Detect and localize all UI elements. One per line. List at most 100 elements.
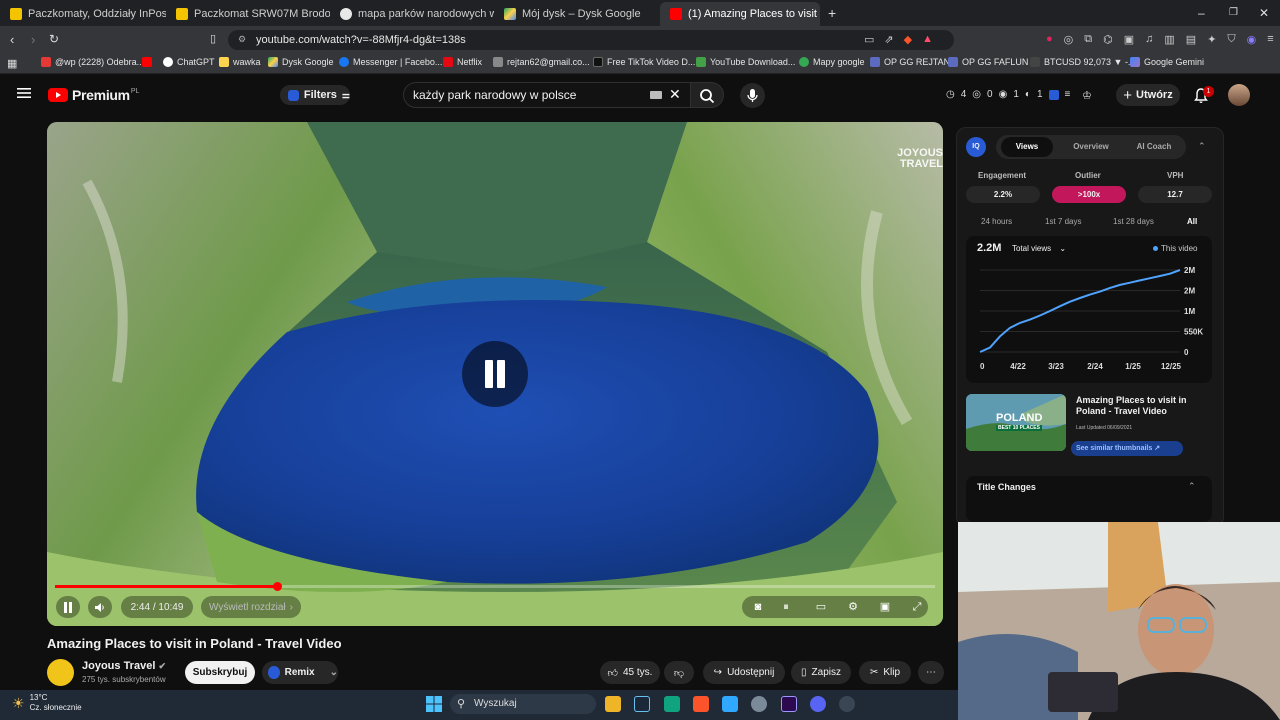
media-icon[interactable]: ♫ — [1145, 33, 1153, 46]
like-button[interactable]: 👍︎ 45 tys. — [600, 661, 660, 684]
start-button[interactable] — [426, 696, 442, 712]
steam-icon[interactable] — [634, 696, 650, 712]
related-title[interactable]: Amazing Places to visit in Poland - Trav… — [1076, 395, 1216, 417]
new-tab-icon[interactable]: + — [828, 5, 836, 21]
play-pause-button[interactable] — [56, 596, 80, 618]
file-explorer-icon[interactable] — [605, 696, 621, 712]
autoplay-toggle-icon[interactable]: ⏸ — [779, 600, 793, 614]
range-7d[interactable]: 1st 7 days — [1045, 217, 1081, 226]
bookmark-item[interactable]: Free TikTok Video D... — [593, 57, 695, 67]
wallet-icon[interactable]: ▤ — [1186, 33, 1196, 46]
back-icon[interactable]: ‹ — [10, 32, 14, 47]
save-button[interactable]: ▯ Zapisz — [791, 661, 851, 684]
extension-icon[interactable]: ◎ — [1064, 33, 1074, 46]
related-thumbnail[interactable]: POLAND BEST 10 PLACES — [966, 394, 1066, 451]
user-avatar[interactable] — [1228, 84, 1250, 106]
collapse-panel-icon[interactable]: ⌃ — [1198, 141, 1206, 152]
record-icon[interactable]: ● — [1046, 33, 1053, 46]
dislike-button[interactable]: 👎︎ — [664, 661, 694, 684]
settings-gear-icon[interactable]: ⚙ — [846, 600, 860, 614]
hamburger-menu-icon[interactable] — [17, 87, 31, 99]
bookmark-item[interactable]: OP GG FAFLUN — [948, 57, 1028, 67]
sidebar-icon[interactable]: ▥ — [1164, 33, 1174, 46]
premiere-pro-icon[interactable] — [781, 696, 797, 712]
bookmark-item[interactable]: rejtan62@gmail.co... — [493, 57, 590, 67]
extension-icon[interactable]: ◉ — [1247, 33, 1257, 46]
maximize-icon[interactable]: ❐ — [1229, 7, 1238, 18]
browser-tab[interactable]: Paczkomaty, Oddziały InPost, Punkty — [0, 2, 166, 26]
channel-name[interactable]: Joyous Travel ✔ — [82, 660, 166, 672]
tab-overview[interactable]: Overview — [1064, 137, 1118, 157]
bookmark-item[interactable]: ChatGPT — [163, 57, 215, 67]
view-chapter-button[interactable]: Wyświetl rozdział › — [201, 596, 301, 618]
obs-icon[interactable] — [839, 696, 855, 712]
keyboard-icon[interactable] — [650, 91, 662, 99]
weather-widget[interactable]: ☀ 13°C Cz. słonecznie — [12, 693, 82, 713]
bookmark-item[interactable]: Messenger | Facebo... — [339, 57, 442, 67]
filters-button[interactable]: Filters ⚌ — [280, 85, 350, 105]
puzzle-icon[interactable]: ⧉ — [1084, 33, 1092, 46]
fullscreen-icon[interactable]: ⤢ — [910, 600, 924, 614]
total-views-select[interactable]: Total views ⌄ — [1012, 244, 1066, 253]
bookmark-item[interactable]: Netflix — [443, 57, 482, 67]
brave-rewards-icon[interactable]: ▲ — [922, 33, 933, 46]
chevron-up-icon[interactable]: ⌃ — [1188, 481, 1196, 492]
menu-icon[interactable]: ≡ — [1267, 33, 1273, 46]
volume-button[interactable] — [88, 596, 112, 618]
discord-icon[interactable] — [810, 696, 826, 712]
brave-shield-icon[interactable]: ◆ — [904, 33, 912, 46]
trophy-icon[interactable]: ♔ — [1082, 89, 1092, 102]
range-28d[interactable]: 1st 28 days — [1113, 217, 1154, 226]
tab-ai-coach[interactable]: AI Coach — [1126, 137, 1182, 157]
reload-icon[interactable]: ↻ — [49, 32, 59, 46]
video-player[interactable]: JOYOUS TRAVEL 2:44 / 10:49 Wyświetl rozd… — [47, 122, 943, 626]
browser-tab-active[interactable]: (1) Amazing Places to visit in✕ — [660, 2, 820, 26]
youtube-premium-logo[interactable]: Premium PL — [48, 87, 139, 103]
tab-views[interactable]: Views — [1001, 137, 1053, 157]
vidiq-player-icon[interactable]: ◙ — [751, 600, 765, 614]
close-window-icon[interactable]: ✕ — [1259, 6, 1269, 20]
clear-search-icon[interactable]: ✕ — [669, 86, 681, 103]
settings-icon[interactable] — [751, 696, 767, 712]
url-field[interactable]: youtube.com/watch?v=-88Mfjr4-dg&t=138s — [228, 30, 954, 50]
create-button[interactable]: + Utwórz — [1116, 84, 1180, 106]
extension-icon[interactable]: ▣ — [1124, 33, 1134, 46]
bookmark-item[interactable]: YouTube Download... — [696, 57, 795, 67]
taskbar-search-input[interactable]: Wyszukaj — [450, 694, 596, 714]
subscribe-button[interactable]: Subskrybuj — [185, 661, 255, 684]
app-icon[interactable] — [664, 696, 680, 712]
leo-icon[interactable]: ✦ — [1207, 33, 1216, 46]
more-actions-button[interactable]: ⋯ — [918, 661, 944, 684]
share-button[interactable]: ↪ Udostępnij — [703, 661, 785, 684]
see-similar-thumbnails-button[interactable]: See similar thumbnails ↗ — [1071, 441, 1183, 456]
channel-avatar[interactable] — [47, 659, 74, 686]
minimize-icon[interactable]: – — [1198, 6, 1205, 20]
clip-button[interactable]: ✂ Klip — [859, 661, 911, 684]
browser-tab[interactable]: Paczkomat SRW07M Brodowska 33 S — [166, 2, 330, 26]
bookmark-item[interactable]: Mapy google — [799, 57, 865, 67]
bookmark-item[interactable]: Dysk Google — [268, 57, 334, 67]
browser-tab[interactable]: Mój dysk – Dysk Google — [494, 2, 658, 26]
range-all[interactable]: All — [1187, 217, 1197, 226]
progress-bar[interactable] — [55, 582, 935, 591]
bookmark-item[interactable]: @wp (2228) Odebra... — [41, 57, 144, 67]
bookmark-icon[interactable]: ▯ — [210, 32, 216, 45]
voice-search-button[interactable] — [740, 83, 765, 108]
share-icon[interactable]: ⇗ — [884, 33, 893, 46]
browser-tab[interactable]: mapa parków narodowych w polsce — [330, 2, 494, 26]
remix-button[interactable]: Remix ⌄ — [262, 661, 338, 684]
extension-icon[interactable]: ⌬ — [1103, 33, 1113, 46]
bookmark-item[interactable]: OP GG REJTAN — [870, 57, 950, 67]
bookmark-item[interactable]: BTCUSD 92,073 ▼ -... — [1030, 57, 1135, 67]
site-info-icon[interactable]: ⚙ — [238, 34, 246, 45]
search-button[interactable] — [690, 82, 724, 108]
vidiq-header-stats[interactable]: ◷ 4 ◎ 0 ◉ 1 ◐ 1 ≡ — [946, 89, 1070, 100]
vpn-icon[interactable]: ⛉ — [1227, 33, 1235, 46]
range-24h[interactable]: 24 hours — [981, 217, 1012, 226]
miniplayer-icon[interactable]: ▣ — [878, 600, 892, 614]
bookmark-item[interactable]: Google Gemini — [1130, 57, 1204, 67]
search-input[interactable]: każdy park narodowy w polsce — [403, 82, 691, 108]
center-pause-icon[interactable] — [462, 341, 528, 407]
apps-grid-icon[interactable]: ▦ — [7, 57, 17, 70]
cast-icon[interactable]: ▭ — [864, 33, 874, 46]
